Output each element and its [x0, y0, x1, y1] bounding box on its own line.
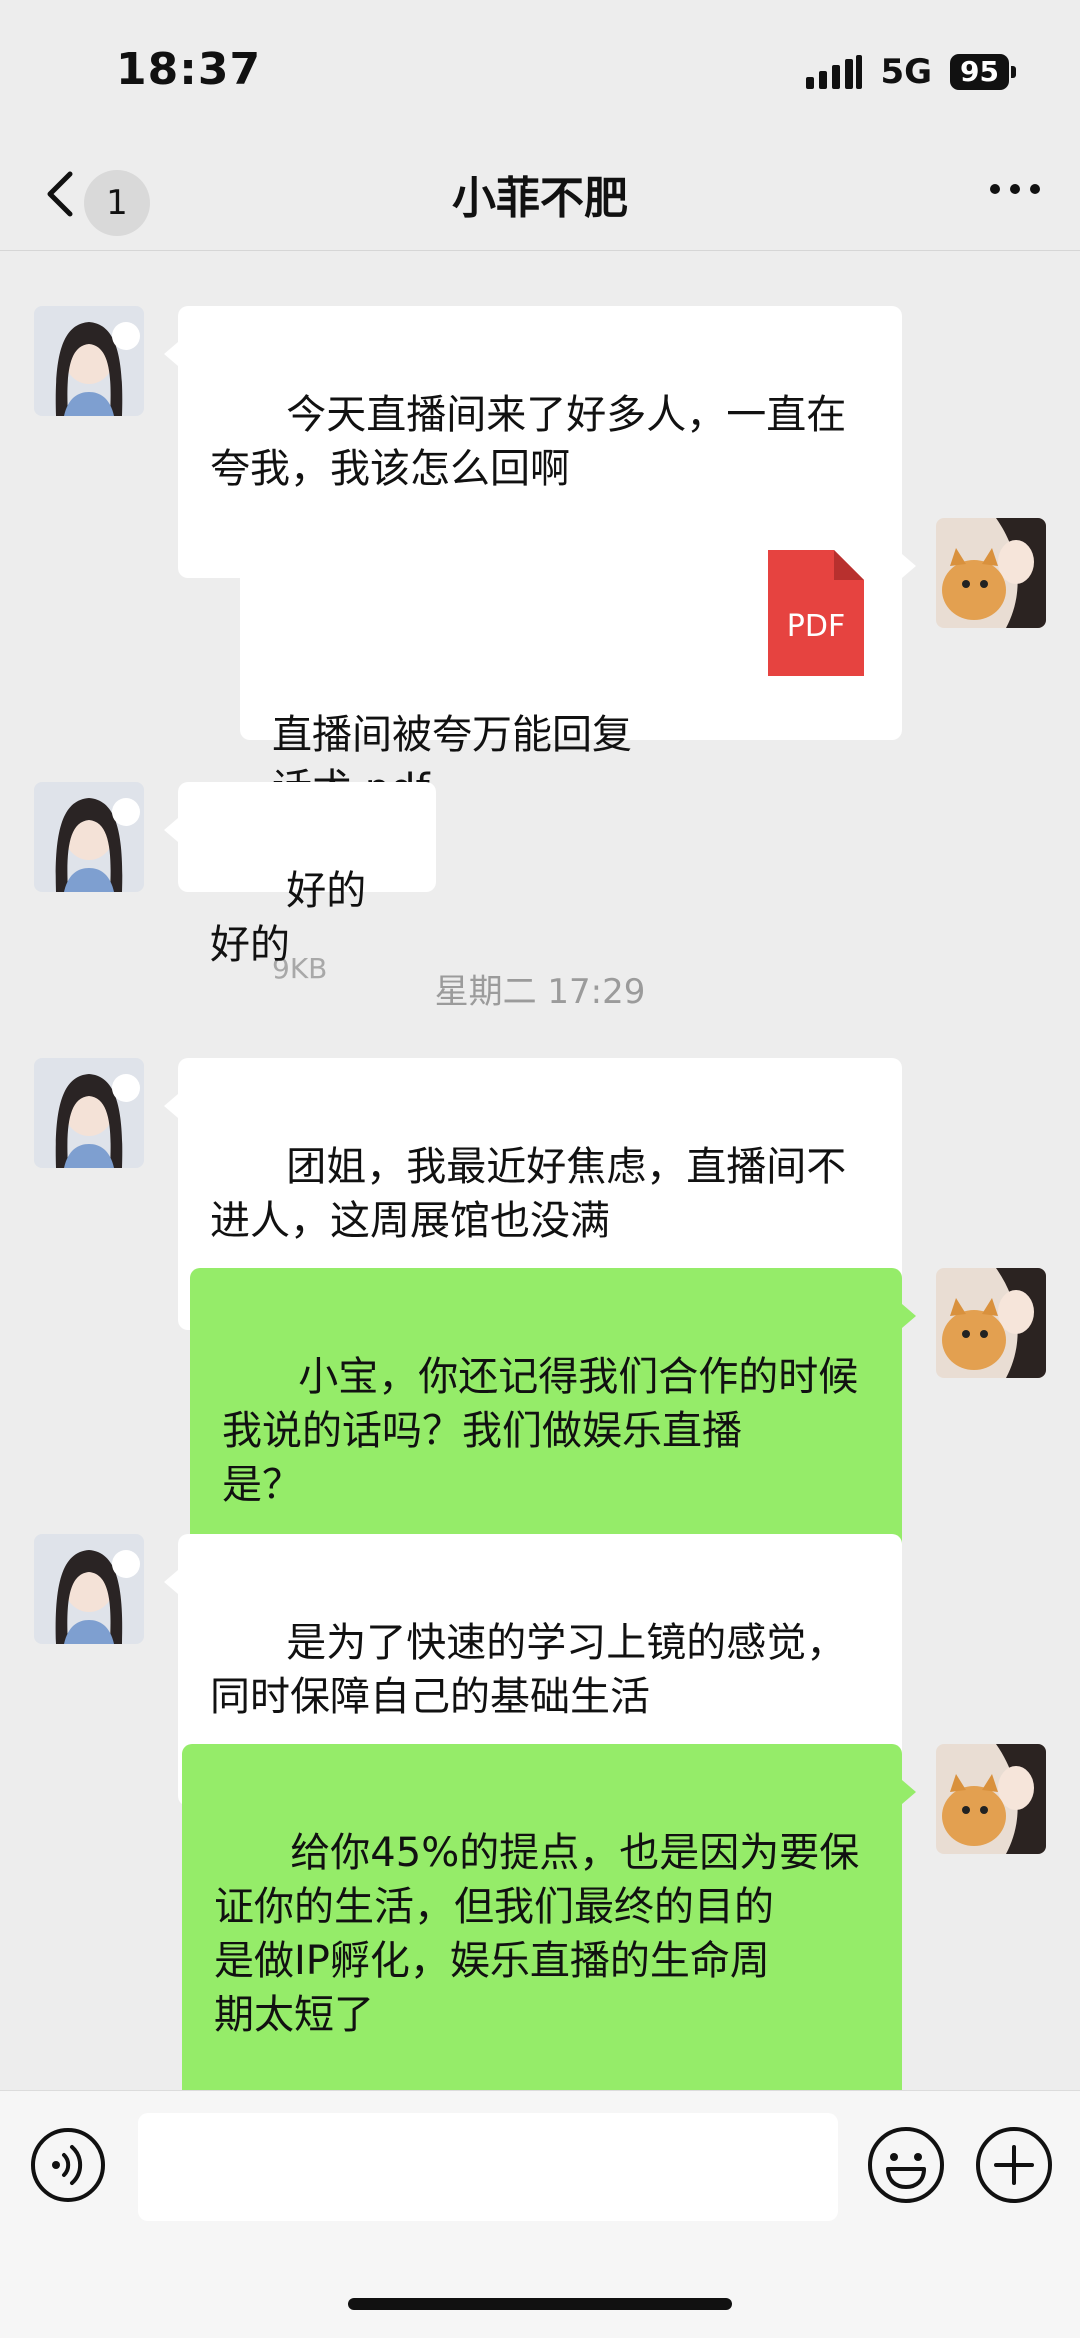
chat-title: 小菲不肥 [452, 173, 628, 224]
file-message-bubble[interactable]: 直播间被夸万能回复 话术.pdf 9KB PDF [240, 518, 916, 985]
chat-header: 1 小菲不肥 [0, 140, 1080, 251]
my-avatar[interactable] [936, 1744, 1046, 1854]
signal-icon [806, 55, 863, 89]
battery-icon: 95 [950, 54, 1016, 90]
more-options-icon[interactable] [990, 184, 1040, 194]
message-bubble[interactable]: 给你45%的提点，也是因为要保 证你的生活，但我们最终的目的 是做IP孵化，娱乐… [182, 1744, 916, 2124]
my-avatar[interactable] [936, 518, 1046, 628]
contact-avatar[interactable] [34, 1058, 144, 1168]
emoji-icon[interactable] [866, 2125, 946, 2205]
message-text: 小宝，你还记得我们合作的时候 我说的话吗？我们做娱乐直播 是？ [222, 1354, 859, 1508]
voice-icon[interactable] [30, 2127, 106, 2203]
contact-avatar[interactable] [34, 782, 144, 892]
my-avatar[interactable] [936, 1268, 1046, 1378]
message-text: 给你45%的提点，也是因为要保 证你的生活，但我们最终的目的 是做IP孵化，娱乐… [214, 1830, 860, 2038]
contact-avatar[interactable] [34, 1534, 144, 1644]
status-time: 18:37 [116, 44, 262, 95]
message-bubble[interactable]: 好的好的 [164, 782, 436, 968]
message-timestamp: 星期二 17:29 [434, 972, 646, 1012]
contact-avatar[interactable] [34, 306, 144, 416]
message-text: 是为了快速的学习上镜的感觉， 同时保障自己的基础生活 [210, 1620, 847, 1720]
network-type: 5G [880, 52, 933, 92]
pdf-file-icon: PDF [768, 550, 864, 676]
message-input[interactable] [138, 2113, 838, 2221]
home-indicator[interactable] [348, 2298, 732, 2310]
battery-level: 95 [950, 54, 1009, 90]
message-text: 团姐，我最近好焦虑，直播间不 进人，这周展馆也没满 [210, 1144, 847, 1244]
status-indicators: 5G 95 [806, 52, 1016, 92]
status-bar: 18:37 5G 95 [0, 0, 1080, 140]
message-text: 今天直播间来了好多人，一直在 夸我，我该怎么回啊 [210, 392, 847, 492]
plus-icon[interactable] [974, 2125, 1054, 2205]
file-type-label: PDF [787, 609, 845, 644]
